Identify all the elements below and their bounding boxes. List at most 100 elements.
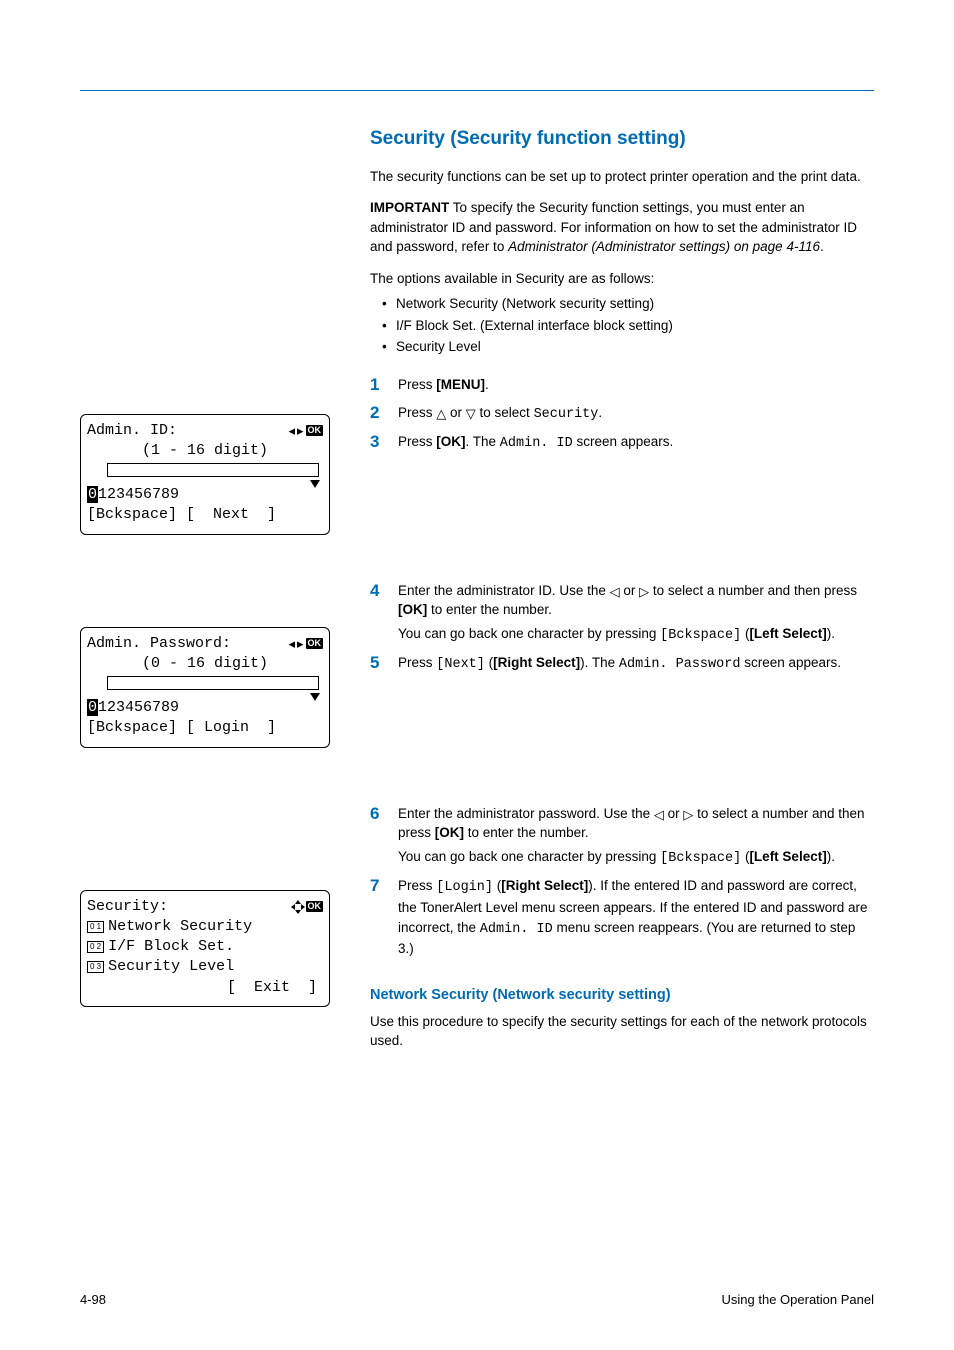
left-triangle-icon: ◁: [654, 808, 664, 821]
right-softkey: [ Login ]: [186, 719, 276, 736]
nav-cross-icon: [292, 901, 304, 913]
panel-range: (1 - 16 digit): [87, 441, 323, 461]
admin-id-panel: Admin. ID: ◂ ▸ OK (1 - 16 digit) 0123456…: [80, 414, 330, 535]
option-item: Security Level: [382, 337, 874, 357]
step-text: or: [446, 405, 466, 420]
ok-key: [OK]: [436, 434, 465, 449]
security-menu-name: Security: [534, 407, 599, 422]
step-2: Press △ or ▽ to select Security.: [370, 403, 874, 425]
panel-nav-icons: ◂ ▸ OK: [288, 637, 323, 650]
ok-icon: OK: [306, 425, 324, 436]
steps-4-5: Enter the administrator ID. Use the ◁ or…: [370, 581, 874, 675]
step-text: to select: [476, 405, 534, 420]
step-text: .: [485, 377, 489, 392]
admin-password-panel: Admin. Password: ◂ ▸ OK (0 - 16 digit) 0…: [80, 627, 330, 748]
panel-title: Admin. ID:: [87, 421, 177, 441]
cursor-digit: 0: [87, 699, 98, 716]
section-title: Security (Security function setting): [370, 125, 874, 153]
options-intro: The options available in Security are as…: [370, 269, 874, 289]
important-dot: .: [820, 239, 824, 254]
left-triangle-icon: ◂: [288, 637, 295, 650]
left-softkey: [Bckspace]: [87, 719, 177, 736]
panel-softkeys: [Bckspace] [ Login ]: [87, 718, 323, 738]
ok-icon: OK: [306, 901, 324, 912]
step-text: to enter the number.: [427, 602, 552, 617]
panel-title: Admin. Password:: [87, 634, 231, 654]
step-text: screen appears.: [740, 655, 841, 670]
right-triangle-icon: ▷: [683, 808, 693, 821]
cursor-digit: 0: [87, 486, 98, 503]
admin-password-screen-name: Admin. Password: [619, 657, 741, 672]
step-text: screen appears.: [573, 434, 674, 449]
step-3: Press [OK]. The Admin. ID screen appears…: [370, 432, 874, 454]
remaining-digits: 123456789: [98, 486, 179, 503]
important-paragraph: IMPORTANT To specify the Security functi…: [370, 198, 874, 257]
step-text: Press: [398, 377, 436, 392]
panel-softkeys: [Bckspace] [ Next ]: [87, 505, 323, 525]
remaining-digits: 123456789: [98, 699, 179, 716]
menu-item-2: 0 2 I/F Block Set.: [87, 937, 323, 957]
bckspace-softkey: [Bckspace]: [660, 628, 741, 643]
step-text: ). The: [580, 655, 619, 670]
right-select-key: [Right Select]: [501, 878, 588, 893]
right-softkey: [ Next ]: [186, 506, 276, 523]
menu-item-1: 0 1Network Security: [87, 917, 323, 937]
right-triangle-icon: ▸: [297, 424, 304, 437]
step-text: to select a number and then press: [649, 583, 857, 598]
option-item: I/F Block Set. (External interface block…: [382, 316, 874, 336]
menu-item-label: Security Level: [108, 958, 234, 975]
panel-nav-icons: OK: [292, 901, 324, 913]
menu-item-label: I/F Block Set.: [108, 938, 234, 955]
panel-digit-row: 0123456789: [87, 485, 323, 505]
step-text: (: [493, 878, 501, 893]
step-text: Press: [398, 655, 436, 670]
step-text: or: [620, 583, 640, 598]
page-main: Security (Security function setting) The…: [80, 125, 874, 1063]
left-select-key: [Left Select]: [749, 626, 826, 641]
step-text: ).: [827, 849, 835, 864]
option-item: Network Security (Network security setti…: [382, 294, 874, 314]
menu-item-3: 0 3Security Level: [87, 957, 323, 977]
step-text: ).: [827, 626, 835, 641]
right-softkey: [ Exit ]: [227, 979, 317, 996]
step-text: or: [664, 806, 684, 821]
left-select-key: [Left Select]: [749, 849, 826, 864]
step-6: Enter the administrator password. Use th…: [370, 804, 874, 869]
step-text: Enter the administrator ID. Use the: [398, 583, 610, 598]
right-triangle-icon: ▷: [639, 585, 649, 598]
panel-title: Security:: [87, 897, 168, 917]
ok-key: [OK]: [435, 825, 464, 840]
step-4: Enter the administrator ID. Use the ◁ or…: [370, 581, 874, 646]
admin-id-screen-name: Admin. ID: [480, 922, 553, 937]
ok-icon: OK: [306, 638, 324, 649]
steps-1-3: Press [MENU]. Press △ or ▽ to select Sec…: [370, 375, 874, 454]
step-1: Press [MENU].: [370, 375, 874, 395]
header-rule: [80, 90, 874, 91]
left-softkey: [Bckspace]: [87, 506, 177, 523]
step-text: Enter the administrator password. Use th…: [398, 806, 654, 821]
step-text: You can go back one character by pressin…: [398, 849, 660, 864]
step-text: .: [598, 405, 602, 420]
step-text: . The: [466, 434, 500, 449]
step-4-sub: You can go back one character by pressin…: [398, 624, 874, 646]
up-triangle-icon: △: [436, 407, 446, 420]
bckspace-softkey: [Bckspace]: [660, 851, 741, 866]
page-footer: 4-98 Using the Operation Panel: [80, 1291, 874, 1310]
step-5: Press [Next] ([Right Select]). The Admin…: [370, 653, 874, 675]
left-triangle-icon: ◂: [288, 424, 295, 437]
admin-id-screen-name: Admin. ID: [500, 436, 573, 451]
intro-text: The security functions can be set up to …: [370, 167, 874, 187]
login-softkey: [Login]: [436, 880, 493, 895]
footer-section-name: Using the Operation Panel: [722, 1291, 874, 1310]
step-text: (: [485, 655, 493, 670]
step-text: Press: [398, 434, 436, 449]
step-text: Press: [398, 405, 436, 420]
right-triangle-icon: ▸: [297, 637, 304, 650]
step-text: You can go back one character by pressin…: [398, 626, 660, 641]
menu-item-number: 0 2: [87, 941, 104, 953]
page-number: 4-98: [80, 1291, 106, 1310]
important-ref: Administrator (Administrator settings) o…: [508, 239, 820, 254]
step-7: Press [Login] ([Right Select]). If the e…: [370, 876, 874, 958]
panel-input-box: [107, 676, 319, 690]
ok-key: [OK]: [398, 602, 427, 617]
